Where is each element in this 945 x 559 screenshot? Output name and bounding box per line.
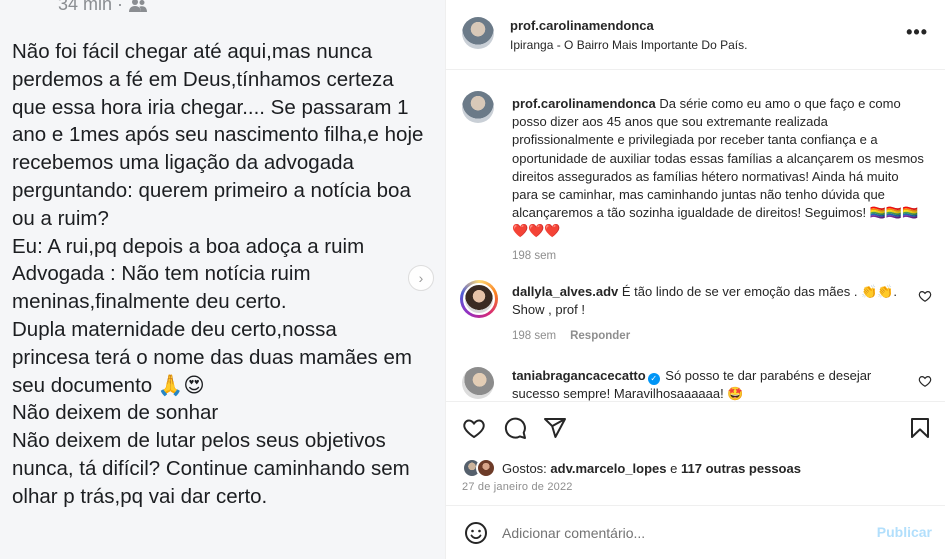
more-options-icon[interactable]: ••• [906, 22, 928, 43]
share-icon[interactable] [543, 416, 567, 440]
comment-icon[interactable] [503, 416, 527, 440]
likes-summary: Gostos: adv.marcelo_lopes e 117 outras p… [462, 457, 801, 479]
like-icon[interactable] [462, 416, 486, 440]
verified-badge-icon: ✓ [647, 373, 660, 385]
save-icon[interactable] [908, 416, 932, 440]
story-line: ou a ruim? [12, 206, 109, 230]
story-line: princesa terá o nome das duas mamães em [12, 345, 412, 369]
author-avatar[interactable] [462, 17, 494, 49]
post-image-time: 34 min · [58, 0, 124, 14]
add-comment-bar: Publicar [446, 505, 945, 559]
story-line: que essa hora iria chegar.... Se passara… [12, 95, 409, 119]
reply-button[interactable]: Responder [570, 327, 630, 345]
story-line: perdemos a fé em Deus,tínhamos certeza [12, 67, 394, 91]
likes-joiner: e [670, 460, 678, 476]
story-line: Não deixem de lutar pelos seus objetivos [12, 429, 386, 453]
like-comment-icon[interactable] [918, 289, 932, 303]
post-image: 34 min · Não foi fácil chegar até aqui,m… [0, 0, 445, 559]
caption-time[interactable]: 198 sem [512, 247, 924, 265]
comment-username[interactable]: taniabragancacecatto [512, 368, 646, 383]
publish-button[interactable]: Publicar [877, 524, 932, 540]
like-comment-icon[interactable] [918, 374, 932, 388]
post-date[interactable]: 27 de janeiro de 2022 [462, 481, 573, 493]
comment-username[interactable]: dallyla_alves.adv [512, 284, 618, 299]
story-line: Não foi fácil chegar até aqui,mas nunca [12, 40, 373, 63]
emoji-icon[interactable] [464, 521, 488, 545]
story-line: nunca, tá difícil? Continue caminhando s… [12, 456, 410, 480]
comment-input[interactable] [502, 523, 862, 543]
caption-avatar[interactable] [462, 91, 494, 123]
comments-section[interactable]: prof.carolinamendonca Da série como eu a… [446, 71, 945, 401]
story-line: olhar p trás,pq vai dar certo. [12, 484, 268, 508]
liker-username[interactable]: adv.marcelo_lopes [550, 461, 666, 476]
comment-avatar[interactable] [460, 280, 498, 318]
comment-time[interactable]: 198 sem [512, 327, 556, 345]
next-image-button[interactable]: › [408, 265, 434, 291]
post-image-meta: 34 min · [58, 0, 148, 15]
story-line: Não deixem de sonhar [12, 401, 219, 425]
story-line: Advogada : Não tem notícia ruim [12, 262, 311, 286]
story-line: seu documento 🙏😍 [12, 373, 205, 397]
post-location[interactable]: Ipiranga - O Bairro Mais Importante Do P… [510, 38, 747, 52]
author-username[interactable]: prof.carolinamendonca [510, 18, 654, 33]
story-line: Dupla maternidade deu certo,nossa [12, 317, 337, 341]
story-line: meninas,finalmente deu certo. [12, 290, 287, 314]
caption-username[interactable]: prof.carolinamendonca [512, 96, 656, 111]
likes-others[interactable]: 117 outras pessoas [681, 461, 801, 476]
story-line: Eu: A rui,pq depois a boa adoça a ruim [12, 234, 365, 258]
caption-text: Da série como eu amo o que faço e como p… [512, 96, 924, 239]
post-caption: prof.carolinamendonca Da série como eu a… [512, 95, 924, 265]
story-line: perguntando: querem primeiro a notícia b… [12, 178, 411, 202]
chevron-right-icon: › [418, 270, 424, 286]
story-line: recebemos uma ligação da advogada [12, 151, 354, 175]
story-line: ano e 1mes após seu nascimento filha,e h… [12, 123, 424, 147]
liker-avatar [476, 458, 496, 478]
post-header: prof.carolinamendonca Ipiranga - O Bairr… [446, 0, 945, 70]
comment: dallyla_alves.adv É tão lindo de se ver … [512, 283, 912, 346]
friends-icon [129, 0, 148, 12]
post-image-text: Não foi fácil chegar até aqui,mas nunca … [12, 38, 432, 511]
likes-prefix: Gostos: [502, 460, 547, 476]
post-side-panel: prof.carolinamendonca Ipiranga - O Bairr… [445, 0, 945, 559]
comment: taniabragancacecatto ✓ Só posso te dar pa… [512, 367, 912, 401]
comment-avatar[interactable] [462, 367, 494, 399]
